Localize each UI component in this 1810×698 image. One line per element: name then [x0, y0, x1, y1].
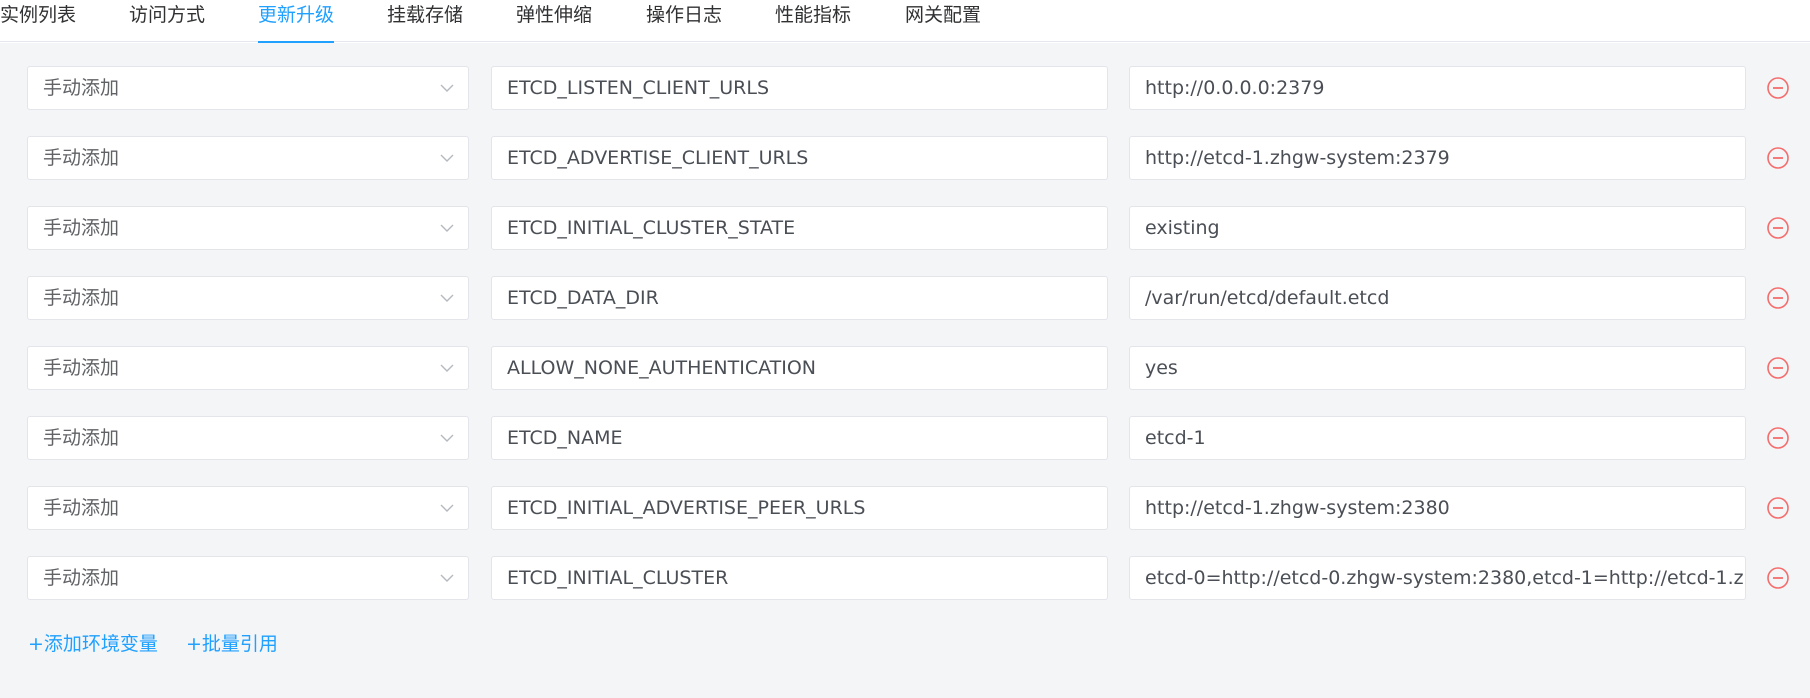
minus-circle-icon[interactable]: [1766, 566, 1790, 590]
env-name-input[interactable]: ETCD_INITIAL_ADVERTISE_PEER_URLS: [491, 486, 1108, 530]
tab-update-upgrade[interactable]: 更新升级: [258, 0, 335, 43]
tab-gateway-config[interactable]: 网关配置: [905, 0, 981, 42]
env-source-select[interactable]: 手动添加: [27, 206, 469, 250]
add-env-variable-link[interactable]: +添加环境变量: [28, 633, 158, 655]
chevron-down-icon: [440, 154, 454, 162]
env-source-value: 手动添加: [43, 357, 120, 379]
env-name-input[interactable]: ETCD_INITIAL_CLUSTER_STATE: [491, 206, 1108, 250]
env-variables-panel: 手动添加 ETCD_LISTEN_CLIENT_URLS http://0.0.…: [0, 43, 1810, 698]
env-name-input[interactable]: ETCD_DATA_DIR: [491, 276, 1108, 320]
env-row: 手动添加 ETCD_ADVERTISE_CLIENT_URLS http://e…: [0, 136, 1810, 180]
chevron-down-icon: [440, 434, 454, 442]
env-source-select[interactable]: 手动添加: [27, 276, 469, 320]
env-row: 手动添加 ETCD_LISTEN_CLIENT_URLS http://0.0.…: [0, 66, 1810, 110]
tab-bar: 实例列表 访问方式 更新升级 挂载存储 弹性伸缩 操作日志 性能指标 网关配置: [0, 0, 1810, 43]
tab-access-method[interactable]: 访问方式: [129, 0, 205, 42]
chevron-down-icon: [440, 84, 454, 92]
env-name-input[interactable]: ETCD_INITIAL_CLUSTER: [491, 556, 1108, 600]
tab-operation-log[interactable]: 操作日志: [646, 0, 722, 42]
env-source-select[interactable]: 手动添加: [27, 486, 469, 530]
env-value-input[interactable]: http://etcd-1.zhgw-system:2379: [1129, 136, 1746, 180]
batch-reference-link[interactable]: +批量引用: [186, 633, 278, 655]
env-value-input[interactable]: yes: [1129, 346, 1746, 390]
env-source-value: 手动添加: [43, 217, 120, 239]
minus-circle-icon[interactable]: [1766, 496, 1790, 520]
minus-circle-icon[interactable]: [1766, 356, 1790, 380]
env-source-select[interactable]: 手动添加: [27, 416, 469, 460]
env-source-select[interactable]: 手动添加: [27, 136, 469, 180]
chevron-down-icon: [440, 364, 454, 372]
minus-circle-icon[interactable]: [1766, 286, 1790, 310]
env-name-input[interactable]: ETCD_LISTEN_CLIENT_URLS: [491, 66, 1108, 110]
tab-mount-storage[interactable]: 挂载存储: [387, 0, 463, 42]
env-name-input[interactable]: ETCD_ADVERTISE_CLIENT_URLS: [491, 136, 1108, 180]
env-source-select[interactable]: 手动添加: [27, 66, 469, 110]
env-row: 手动添加 ETCD_INITIAL_CLUSTER_STATE existing: [0, 206, 1810, 250]
minus-circle-icon[interactable]: [1766, 76, 1790, 100]
env-source-value: 手动添加: [43, 567, 120, 589]
chevron-down-icon: [440, 504, 454, 512]
env-source-value: 手动添加: [43, 427, 120, 449]
env-source-value: 手动添加: [43, 497, 120, 519]
env-row: 手动添加 ETCD_NAME etcd-1: [0, 416, 1810, 460]
env-source-value: 手动添加: [43, 77, 120, 99]
chevron-down-icon: [440, 224, 454, 232]
env-value-input[interactable]: existing: [1129, 206, 1746, 250]
env-value-input[interactable]: etcd-1: [1129, 416, 1746, 460]
chevron-down-icon: [440, 574, 454, 582]
env-row: 手动添加 ALLOW_NONE_AUTHENTICATION yes: [0, 346, 1810, 390]
env-value-input[interactable]: http://etcd-1.zhgw-system:2380: [1129, 486, 1746, 530]
minus-circle-icon[interactable]: [1766, 146, 1790, 170]
env-name-input[interactable]: ETCD_NAME: [491, 416, 1108, 460]
env-source-select[interactable]: 手动添加: [27, 556, 469, 600]
env-value-input[interactable]: http://0.0.0.0:2379: [1129, 66, 1746, 110]
tab-instance-list[interactable]: 实例列表: [0, 0, 76, 42]
minus-circle-icon[interactable]: [1766, 426, 1790, 450]
env-source-select[interactable]: 手动添加: [27, 346, 469, 390]
env-row: 手动添加 ETCD_INITIAL_ADVERTISE_PEER_URLS ht…: [0, 486, 1810, 530]
env-actions: +添加环境变量 +批量引用: [28, 629, 300, 656]
env-row: 手动添加 ETCD_INITIAL_CLUSTER etcd-0=http://…: [0, 556, 1810, 600]
tab-performance-metrics[interactable]: 性能指标: [775, 0, 851, 42]
env-value-input[interactable]: /var/run/etcd/default.etcd: [1129, 276, 1746, 320]
env-source-value: 手动添加: [43, 147, 120, 169]
chevron-down-icon: [440, 294, 454, 302]
minus-circle-icon[interactable]: [1766, 216, 1790, 240]
env-value-input[interactable]: etcd-0=http://etcd-0.zhgw-system:2380,et…: [1129, 556, 1746, 600]
env-row: 手动添加 ETCD_DATA_DIR /var/run/etcd/default…: [0, 276, 1810, 320]
env-source-value: 手动添加: [43, 287, 120, 309]
tab-auto-scaling[interactable]: 弹性伸缩: [516, 0, 592, 42]
env-name-input[interactable]: ALLOW_NONE_AUTHENTICATION: [491, 346, 1108, 390]
